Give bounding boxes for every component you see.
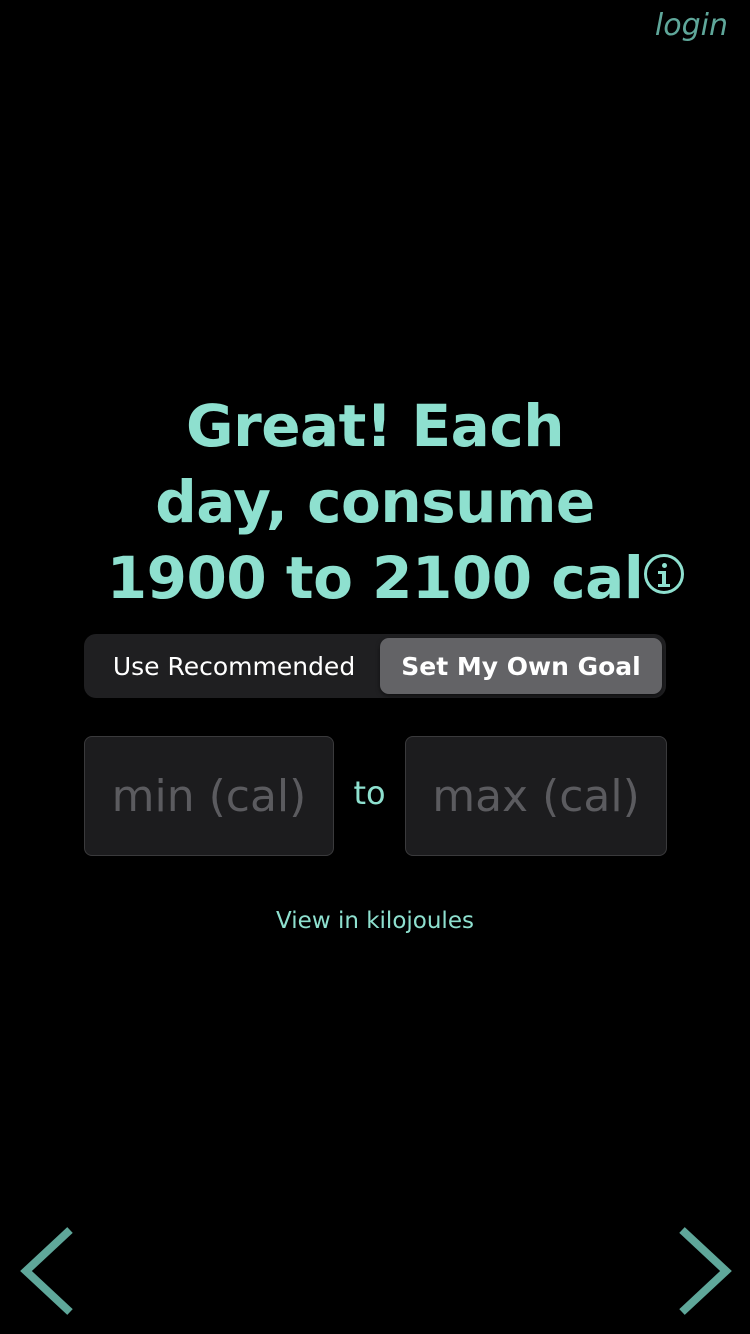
- view-in-kilojoules-link[interactable]: View in kilojoules: [0, 908, 750, 934]
- min-calories-field[interactable]: [84, 736, 334, 856]
- headline-line-2: day, consume: [155, 468, 595, 536]
- goal-headline: Great! Each day, consume 1900 to 2100 ca…: [0, 388, 750, 616]
- headline-calorie-range: 1900 to 2100 cal: [106, 544, 644, 612]
- chevron-left-icon: [20, 1227, 73, 1315]
- next-button[interactable]: [676, 1226, 736, 1316]
- use-recommended-segment[interactable]: Use Recommended: [88, 638, 380, 694]
- info-icon[interactable]: [644, 554, 684, 594]
- range-separator: to: [353, 774, 386, 812]
- login-link[interactable]: login: [655, 8, 728, 43]
- chevron-right-icon: [679, 1227, 732, 1315]
- max-calories-field[interactable]: [405, 736, 667, 856]
- goal-mode-segmented-control: Use Recommended Set My Own Goal: [84, 634, 666, 698]
- set-my-own-goal-segment[interactable]: Set My Own Goal: [380, 638, 662, 694]
- min-calories-input[interactable]: [85, 736, 333, 856]
- headline-line-1: Great! Each: [186, 392, 565, 460]
- back-button[interactable]: [18, 1226, 78, 1316]
- max-calories-input[interactable]: [406, 736, 666, 856]
